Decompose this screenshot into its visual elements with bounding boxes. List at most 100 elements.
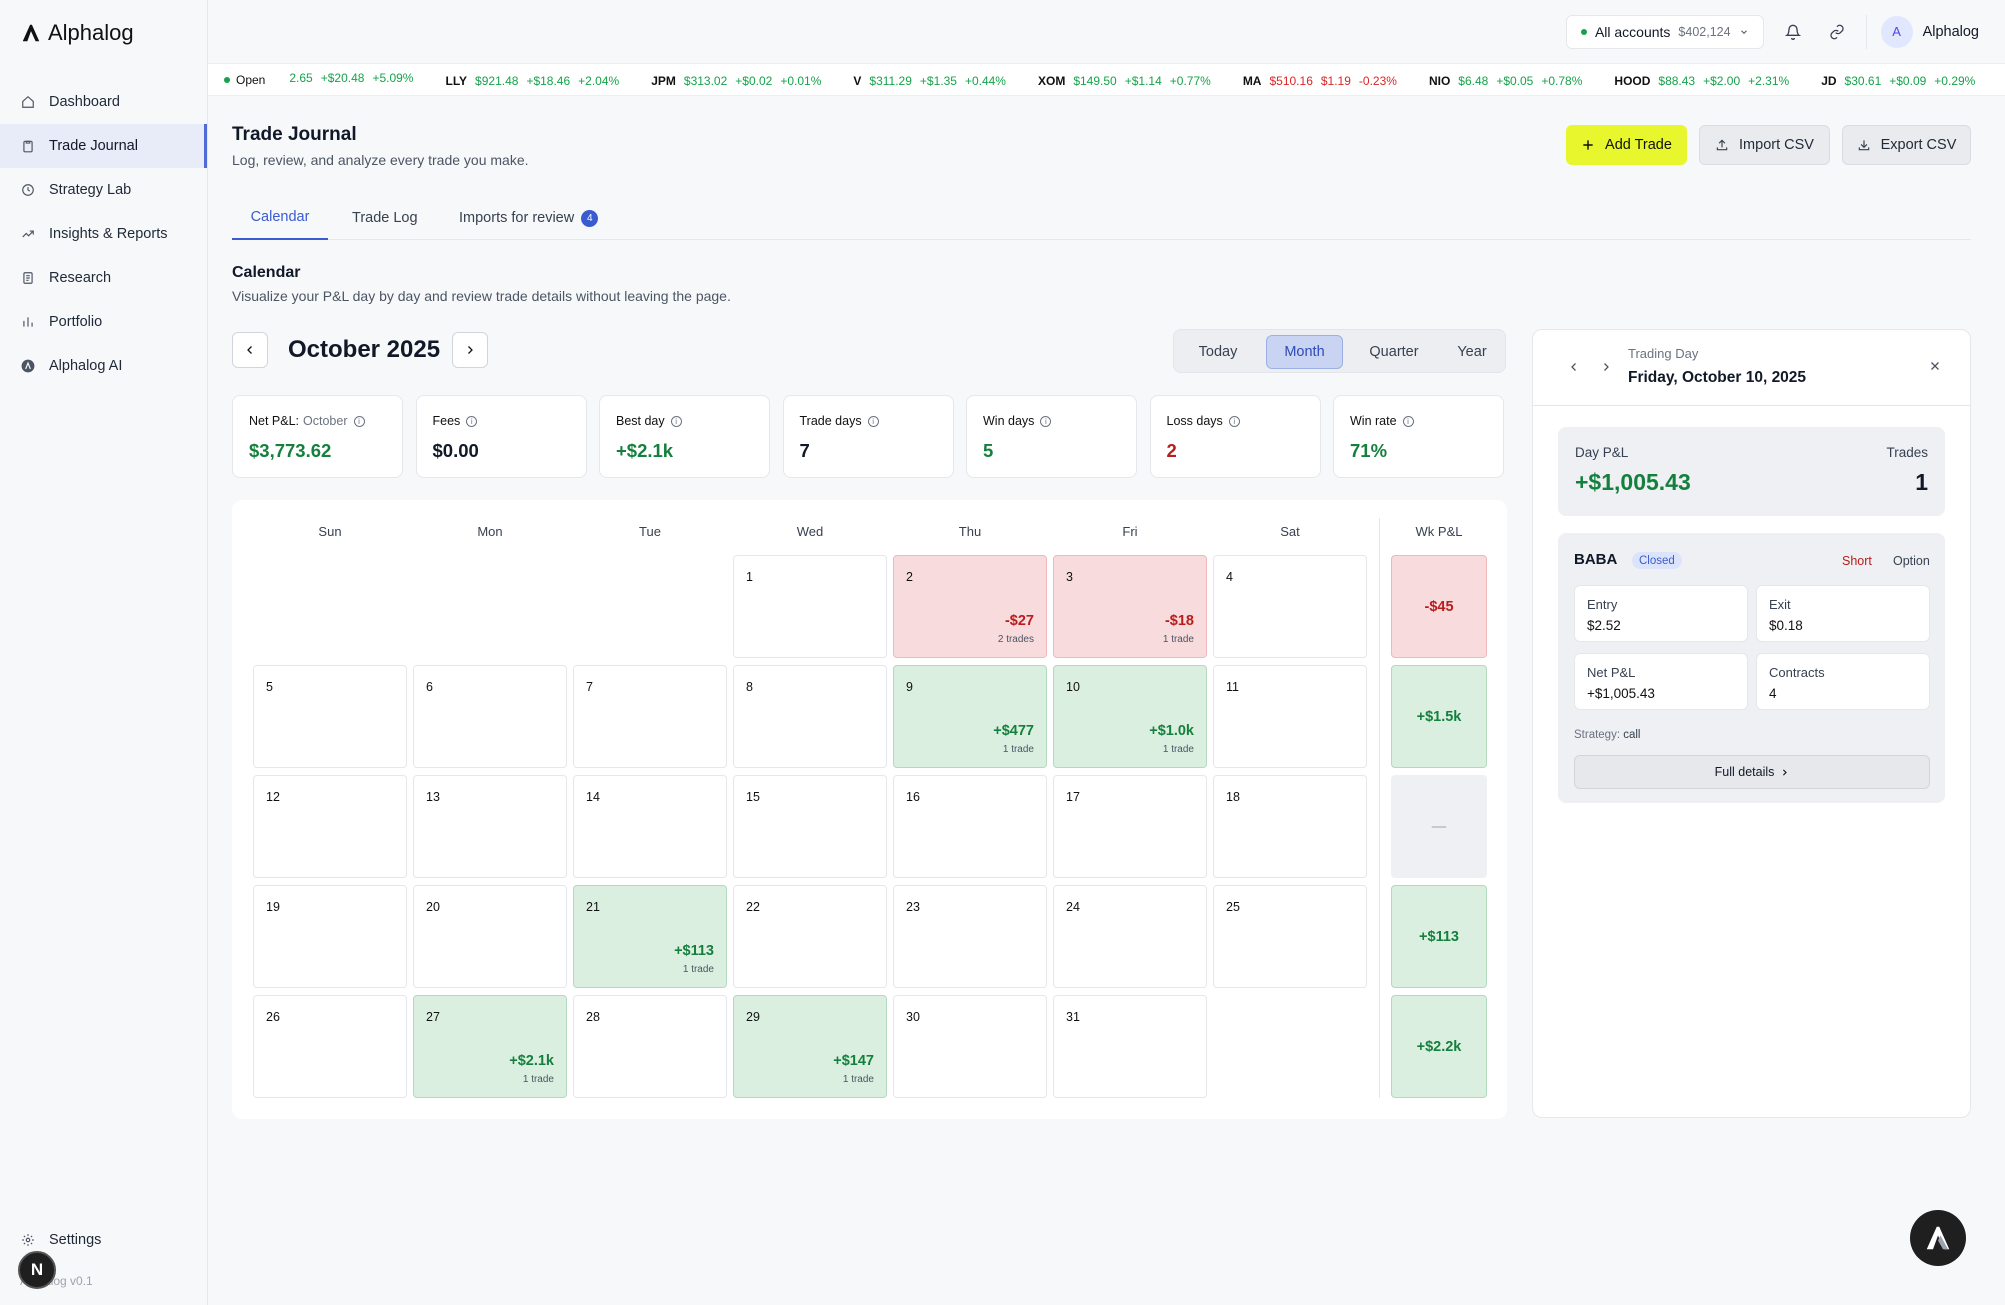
ai-assistant-button[interactable] [1910,1210,1966,1266]
ticker-item[interactable]: LLY $921.48 +$18.46 +2.04% [445,74,619,88]
calendar-day-30[interactable]: 30 [893,995,1047,1098]
calendar-day-28[interactable]: 28 [573,995,727,1098]
calendar-day-9[interactable]: 9 +$477 1 trade [893,665,1047,768]
calendar-day-24[interactable]: 24 [1053,885,1207,988]
range-today-button[interactable]: Today [1182,335,1254,369]
chevron-right-icon [468,346,473,354]
calendar-day-21[interactable]: 21 +$113 1 trade [573,885,727,988]
range-month-button[interactable]: Month [1266,335,1343,369]
calendar-day-29[interactable]: 29 +$147 1 trade [733,995,887,1098]
day-trade-count: 1 trade [842,1074,874,1085]
full-details-button[interactable]: Full details [1574,755,1930,789]
calendar-day-22[interactable]: 22 [733,885,887,988]
calendar-day-3[interactable]: 3 -$18 1 trade [1053,555,1207,658]
range-selector: Today Month Quarter Year [1173,329,1506,373]
notifications-button[interactable] [1778,17,1808,47]
account-selector[interactable]: All accounts $402,124 [1565,14,1764,49]
ticker-symbol: NIO [1428,74,1451,88]
stat-label: Net P&L: [249,414,300,428]
prev-month-button[interactable] [232,332,268,368]
calendar-day-26[interactable]: 26 [253,995,407,1098]
day-number: 26 [266,1010,280,1024]
calendar-day-7[interactable]: 7 [573,665,727,768]
stat-label: Win days [983,414,1035,428]
stat-label: Fees [432,414,461,428]
stat-value: +$2.1k [616,440,674,461]
dev-badge[interactable]: N [18,1251,56,1289]
calendar-day-10[interactable]: 10 +$1.0k 1 trade [1053,665,1207,768]
ticker-item[interactable]: MA $510.16 $1.19 -0.23% [1243,74,1397,88]
calendar-day-18[interactable]: 18 [1213,775,1367,878]
ticker-percent: +2.31% [1748,74,1790,88]
info-icon[interactable]: i [1228,415,1240,427]
export-csv-button[interactable]: Export CSV [1842,125,1971,165]
ticker-item[interactable]: NIO $6.48 +$0.05 +0.78% [1429,74,1582,88]
sidebar-item-research[interactable]: Research [0,256,207,300]
ticker-item[interactable]: 2.65 +$20.48 +5.09% [281,71,413,85]
info-icon[interactable]: i [867,415,879,427]
range-quarter-button[interactable]: Quarter [1355,335,1433,369]
calendar-day-17[interactable]: 17 [1053,775,1207,878]
info-icon[interactable]: i [670,415,682,427]
info-icon[interactable]: i [466,415,478,427]
ticker-item[interactable]: HOOD $88.43 +$2.00 +2.31% [1614,74,1789,88]
alphalog-logo-icon [1926,1226,1950,1250]
sidebar-item-dashboard[interactable]: Dashboard [0,80,207,124]
calendar-day-16[interactable]: 16 [893,775,1047,878]
calendar-day-4[interactable]: 4 [1213,555,1367,658]
ticker-price: $6.48 [1458,74,1489,88]
calendar-day-8[interactable]: 8 [733,665,887,768]
gear-icon [22,1234,34,1246]
prev-day-button[interactable] [1565,358,1583,376]
calendar-day-15[interactable]: 15 [733,775,887,878]
info-icon[interactable]: i [1040,415,1052,427]
sidebar-item-alphalog-ai[interactable]: Alphalog AI [0,344,207,388]
calendar-day-27[interactable]: 27 +$2.1k 1 trade [413,995,567,1098]
sidebar-item-insights-reports[interactable]: Insights & Reports [0,212,207,256]
tab-calendar[interactable]: Calendar [232,196,328,240]
info-icon[interactable]: i [1402,415,1414,427]
next-day-button[interactable] [1597,358,1615,376]
info-icon[interactable]: i [353,415,365,427]
calendar-day-19[interactable]: 19 [253,885,407,988]
ticker-item[interactable]: JD $30.61 +$0.09 +0.29% [1821,74,1975,88]
calendar-day-13[interactable]: 13 [413,775,567,878]
tab-bar: Calendar Trade Log Imports for review 4 [232,196,1971,240]
user-name[interactable]: Alphalog [1923,24,1979,40]
stat-label-row: Win days i [983,414,1120,428]
app-logo[interactable]: Alphalog [20,20,134,46]
calendar-day-11[interactable]: 11 [1213,665,1367,768]
section-title: Calendar [232,264,301,281]
tab-imports-for-review[interactable]: Imports for review 4 [459,196,599,240]
tab-trade-log[interactable]: Trade Log [352,196,418,240]
calendar-day-14[interactable]: 14 [573,775,727,878]
avatar[interactable]: A [1880,15,1913,48]
calendar-day-23[interactable]: 23 [893,885,1047,988]
ticker-percent: +0.44% [964,74,1006,88]
calendar-day-25[interactable]: 25 [1213,885,1367,988]
calendar-day-2[interactable]: 2 -$27 2 trades [893,555,1047,658]
ticker-price: $921.48 [475,74,519,88]
calendar-day-1[interactable]: 1 [733,555,887,658]
calendar-day-5[interactable]: 5 [253,665,407,768]
sidebar-item-trade-journal[interactable]: Trade Journal [0,124,207,168]
ticker-item[interactable]: V $311.29 +$1.35 +0.44% [853,74,1006,88]
calendar-day-6[interactable]: 6 [413,665,567,768]
calendar-day-31[interactable]: 31 [1053,995,1207,1098]
ticker-item[interactable]: XOM $149.50 +$1.14 +0.77% [1038,74,1211,88]
field-value: $2.52 [1587,618,1621,633]
link-button[interactable] [1822,17,1852,47]
sidebar-item-label: Alphalog AI [49,358,123,374]
close-panel-button[interactable] [1923,354,1947,378]
range-year-button[interactable]: Year [1442,335,1502,369]
field-value: 4 [1769,686,1777,701]
import-csv-button[interactable]: Import CSV [1699,125,1830,165]
next-month-button[interactable] [452,332,488,368]
ticker-item[interactable]: JPM $313.02 +$0.02 +0.01% [651,74,821,88]
calendar-day-20[interactable]: 20 [413,885,567,988]
sidebar-item-portfolio[interactable]: Portfolio [0,300,207,344]
add-trade-button[interactable]: Add Trade [1566,125,1687,165]
day-summary: Day P&L +$1,005.43 Trades 1 [1558,427,1945,516]
calendar-day-12[interactable]: 12 [253,775,407,878]
sidebar-item-strategy-lab[interactable]: Strategy Lab [0,168,207,212]
